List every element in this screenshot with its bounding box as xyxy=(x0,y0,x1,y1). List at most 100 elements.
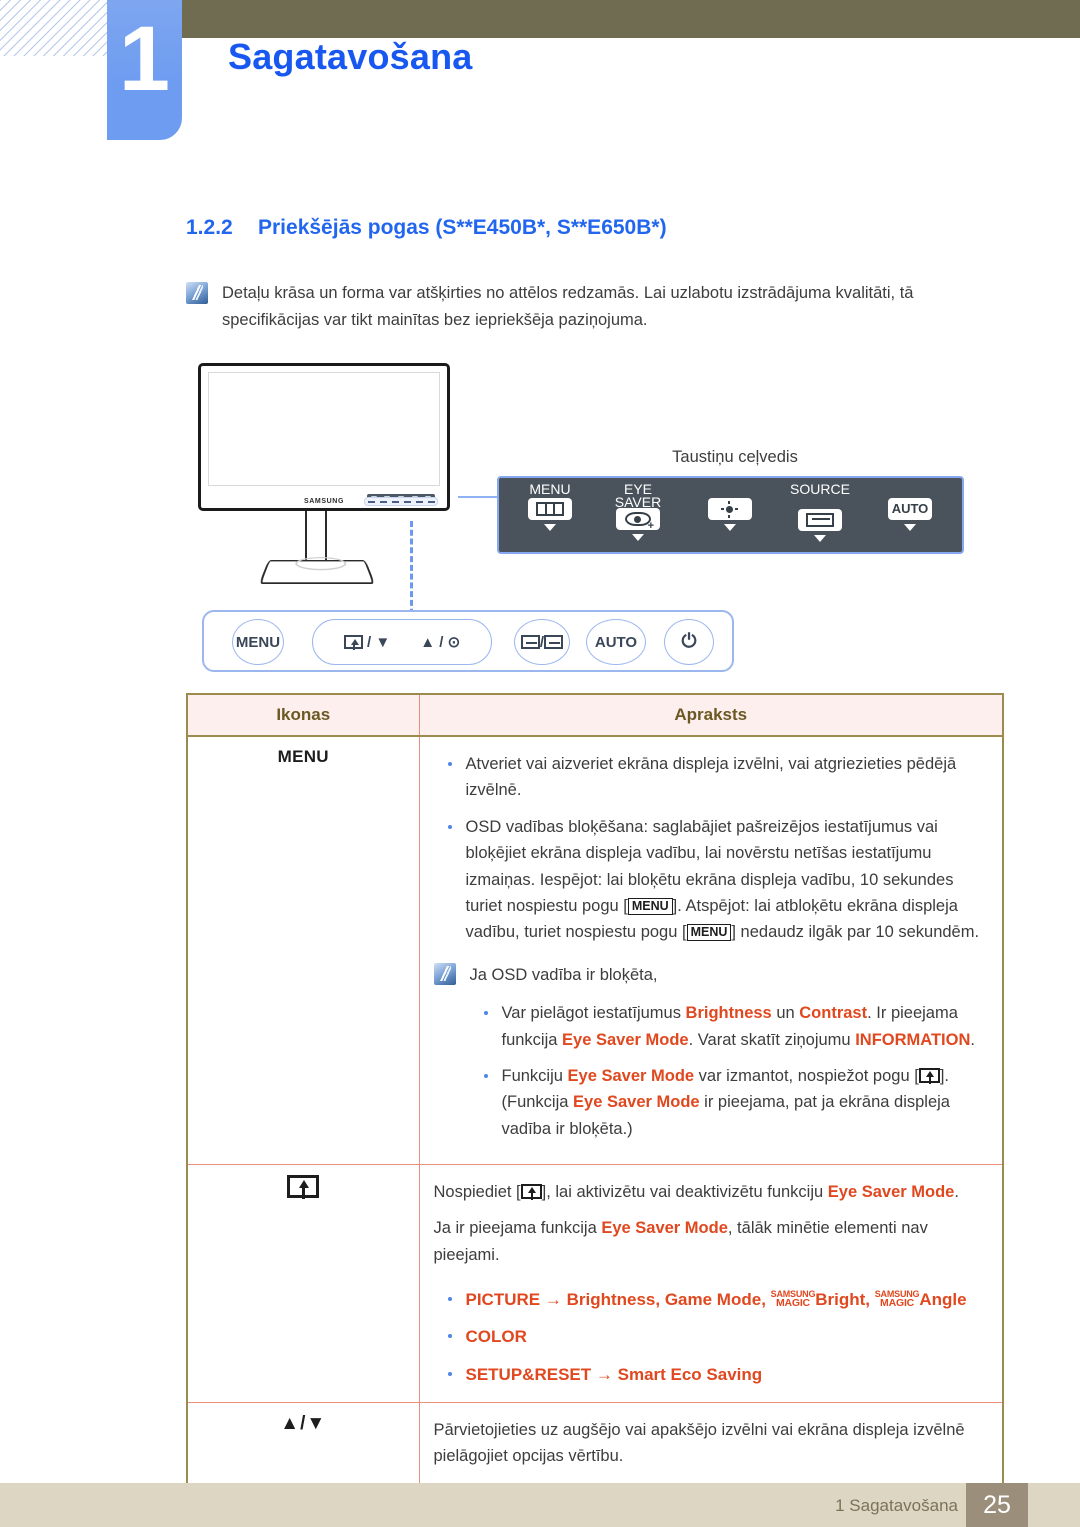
row-icon-cell-eyesaver xyxy=(186,1164,420,1403)
key-guide-caption-menu: MENU xyxy=(529,481,571,497)
t5: . xyxy=(970,1030,975,1049)
bullet-dot xyxy=(483,1011,488,1016)
footer-text: 1 Sagatavošana xyxy=(835,1496,958,1515)
source-icon xyxy=(798,509,842,531)
front-button-bar: MENU / ▼ ▲ / ⊙ / AUTO ⏻ xyxy=(202,610,734,672)
page-number-badge: 25 xyxy=(966,1483,1028,1527)
source-return-button[interactable]: / xyxy=(514,619,570,665)
w1: Ja ir pieejama funkcija xyxy=(433,1219,602,1238)
keyword-information: INFORMATION xyxy=(855,1030,971,1049)
magic-logo-1: SAMSUNG MAGIC xyxy=(771,1290,816,1310)
u2: var izmantot, nospiežot pogu [ xyxy=(694,1066,919,1085)
bullet-dot xyxy=(447,824,452,829)
v1: Nospiediet [ xyxy=(433,1183,521,1202)
magic-main-2: MAGIC xyxy=(880,1297,915,1310)
note-text: Detaļu krāsa un forma var atšķirties no … xyxy=(222,284,914,329)
magic-word-1: Bright xyxy=(815,1290,866,1310)
eyesaver-line-1: Nospiediet [], lai aktivizētu vai deakti… xyxy=(434,1179,985,1205)
table-row: Nospiediet [], lai aktivizētu vai deakti… xyxy=(186,1164,1004,1403)
keyword-eye-saver-mode: Eye Saver Mode xyxy=(827,1183,955,1202)
eye-plus-icon: + xyxy=(616,508,660,532)
eye-saver-icon xyxy=(287,1175,320,1200)
eye-saver-icon xyxy=(520,1184,542,1201)
table-header-ikonas: Ikonas xyxy=(186,693,420,737)
row-icon-cell-arrows: ▲/▼ xyxy=(186,1401,420,1486)
brightness-icon xyxy=(708,498,752,520)
keyword-eye-saver-mode: Eye Saver Mode xyxy=(562,1030,689,1049)
kbd-menu-2: MENU xyxy=(686,924,732,942)
key-guide-item-brightness xyxy=(687,478,773,556)
table-header-apraksts: Apraksts xyxy=(418,693,1004,737)
menu-items-picture: Brightness, Game Mode, xyxy=(566,1290,771,1310)
row-desc-cell-eyesaver: Nospiediet [], lai aktivizētu vai deakti… xyxy=(418,1164,1004,1403)
monitor-screen xyxy=(208,372,440,486)
bullet-color-menu: COLOR xyxy=(465,1327,527,1347)
table-row: MENU Atveriet vai aizveriet ekrāna displ… xyxy=(186,735,1004,1166)
key-guide-item-source: SOURCE xyxy=(777,478,863,556)
section-heading: 1.2.2 Priekšējās pogas (S**E450B*, S**E65… xyxy=(186,216,667,240)
chapter-title: Sagatavošana xyxy=(228,36,473,77)
arrow-1: → xyxy=(544,1290,562,1310)
list-item: COLOR xyxy=(447,1323,985,1350)
t1: Var pielāgot iestatījumus xyxy=(501,1004,686,1023)
u1: Funkciju xyxy=(501,1066,568,1085)
row-desc-cell-menu: Atveriet vai aizveriet ekrāna displeja i… xyxy=(418,735,1004,1166)
osd-locked-note-body: Ja OSD vadība ir bloķēta, Var pielāgot i… xyxy=(470,962,985,1142)
keyword-brightness: Brightness xyxy=(685,1004,772,1023)
monitor-body: SAMSUNG xyxy=(198,363,450,511)
return-icon xyxy=(544,635,564,649)
menu-items-setupreset: Smart Eco Saving xyxy=(617,1364,763,1384)
table-row: ▲/▼ Pārvietojieties uz augšējo vai apakš… xyxy=(186,1401,1004,1486)
bullet-dot xyxy=(447,1334,452,1339)
menu-icon: MENU xyxy=(277,747,329,766)
menu-head-setupreset: SETUP&RESET xyxy=(465,1364,592,1384)
bullet-dot xyxy=(447,762,452,766)
v3: . xyxy=(954,1183,959,1202)
keyword-eye-saver-mode: Eye Saver Mode xyxy=(573,1093,700,1112)
keyword-eye-saver-mode: Eye Saver Mode xyxy=(567,1066,695,1085)
row-icon-cell-menu: MENU xyxy=(186,735,420,1166)
key-guide-item-eyesaver: EYE SAVER + xyxy=(595,478,681,556)
list-item: Funkciju Eye Saver Mode var izmantot, no… xyxy=(483,1063,985,1142)
osd-locked-note: Ja OSD vadība ir bloķēta, Var pielāgot i… xyxy=(433,962,985,1142)
osd-lock-part3: ] nedaudz ilgāk par 10 sekundēm. xyxy=(731,923,980,942)
header-olive-bar xyxy=(182,0,1080,38)
auto-button[interactable]: AUTO xyxy=(586,619,646,665)
menu-button[interactable]: MENU xyxy=(232,619,284,665)
bullet-dot xyxy=(447,1371,452,1376)
menu-head-picture: PICTURE xyxy=(465,1290,541,1310)
key-guide-arrow-2 xyxy=(632,534,644,541)
source-icon xyxy=(520,635,540,649)
eyesaver-line-2: Ja ir pieejama funkcija Eye Saver Mode, … xyxy=(434,1215,985,1268)
auto-label: AUTO xyxy=(891,501,929,516)
key-guide-arrow-4 xyxy=(814,535,826,542)
menu-bars-icon xyxy=(528,498,572,520)
key-guide-label: Taustiņu ceļvedis xyxy=(672,448,798,466)
t2: un xyxy=(771,1004,800,1023)
key-guide-panel: MENU EYE SAVER + SOURCE AUTO xyxy=(497,476,964,554)
info-note: Detaļu krāsa un forma var atšķirties no … xyxy=(186,280,996,333)
keyword-contrast: Contrast xyxy=(799,1004,868,1023)
t4: . Varat skatīt ziņojumu xyxy=(688,1030,856,1049)
key-guide-arrow-5 xyxy=(904,524,916,531)
arrow-2: → xyxy=(595,1364,613,1384)
key-guide-caption-source: SOURCE xyxy=(790,481,850,497)
power-button[interactable]: ⏻ xyxy=(664,619,714,665)
kbd-menu-1: MENU xyxy=(627,897,673,915)
table-header-row: Ikonas Apraksts xyxy=(186,693,1004,737)
key-guide-caption-eyesaver: EYE SAVER xyxy=(614,481,662,510)
magic-main-1: MAGIC xyxy=(775,1297,810,1310)
monitor-stand-neck xyxy=(305,511,327,563)
keyword-eye-saver-mode: Eye Saver Mode xyxy=(601,1219,728,1238)
bullet-text-brightness-contrast: Var pielāgot iestatījumus Brightness un … xyxy=(502,1000,985,1053)
bullet-picture-menu: PICTURE → Brightness, Game Mode, SAMSUNG… xyxy=(466,1286,985,1313)
monitor-front-button-row xyxy=(364,497,438,506)
auto-text-icon: AUTO xyxy=(888,498,932,520)
monitor-stand-base xyxy=(258,560,376,585)
magic-word-2: Angle xyxy=(919,1290,967,1310)
key-guide-caption-auto xyxy=(867,478,953,483)
osd-locked-lead: Ja OSD vadība ir bloķēta, xyxy=(469,965,658,984)
note-pencil-icon xyxy=(433,962,456,985)
bullet-setupreset-menu: SETUP&RESET → Smart Eco Saving xyxy=(466,1361,985,1388)
navigation-button-group[interactable]: / ▼ ▲ / ⊙ xyxy=(312,619,492,665)
